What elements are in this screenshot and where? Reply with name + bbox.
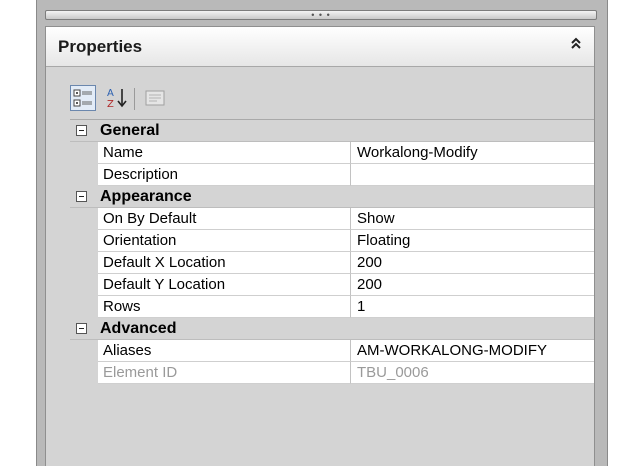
toolbar-separator [134, 88, 135, 110]
docked-panel-frame: • • • Properties A Z General Name Workal… [36, 0, 608, 466]
property-name: Aliases [98, 340, 351, 362]
property-row-element-id: Element ID TBU_0006 [70, 362, 594, 384]
property-name: Rows [98, 296, 351, 318]
property-name: Default X Location [98, 252, 351, 274]
property-row-aliases[interactable]: Aliases AM-WORKALONG-MODIFY [70, 340, 594, 362]
alphabetical-sort-button[interactable]: A Z [104, 85, 130, 111]
properties-toolbar: A Z [70, 85, 270, 113]
property-name: Orientation [98, 230, 351, 252]
collapse-minus-icon[interactable] [76, 323, 87, 334]
category-appearance: Appearance [70, 186, 594, 208]
svg-text:Z: Z [107, 99, 114, 110]
properties-panel: Properties A Z General Name Workalong-Mo… [45, 26, 595, 466]
property-value-default-x-location[interactable]: 200 [351, 252, 594, 274]
category-advanced: Advanced [70, 318, 594, 340]
property-row-rows[interactable]: Rows 1 [70, 296, 594, 318]
property-row-orientation[interactable]: Orientation Floating [70, 230, 594, 252]
property-value-orientation[interactable]: Floating [351, 230, 594, 252]
collapse-minus-icon[interactable] [76, 191, 87, 202]
property-name: Name [98, 142, 351, 164]
category-general: General [70, 120, 594, 142]
categorized-view-button[interactable] [70, 85, 96, 111]
categorized-view-icon [73, 89, 92, 107]
property-value-description[interactable] [351, 164, 594, 186]
property-pages-icon [145, 90, 165, 106]
grip-dots-icon: • • • [311, 10, 331, 20]
property-pages-button[interactable] [142, 85, 168, 111]
panel-title: Properties [58, 37, 143, 56]
category-label: Appearance [100, 188, 192, 205]
property-row-on-by-default[interactable]: On By Default Show [70, 208, 594, 230]
property-row-default-y-location[interactable]: Default Y Location 200 [70, 274, 594, 296]
property-name: Description [98, 164, 351, 186]
property-name: Default Y Location [98, 274, 351, 296]
alphabetical-sort-icon: A Z [107, 88, 127, 110]
category-label: Advanced [100, 320, 177, 337]
collapse-minus-icon[interactable] [76, 125, 87, 136]
property-value-on-by-default[interactable]: Show [351, 208, 594, 230]
collapse-chevron-up-icon[interactable] [566, 37, 586, 57]
property-value-default-y-location[interactable]: 200 [351, 274, 594, 296]
panel-header: Properties [46, 27, 594, 67]
property-value-element-id: TBU_0006 [351, 362, 594, 384]
category-label: General [100, 122, 160, 139]
property-row-default-x-location[interactable]: Default X Location 200 [70, 252, 594, 274]
property-row-name[interactable]: Name Workalong-Modify [70, 142, 594, 164]
property-grid: General Name Workalong-Modify Descriptio… [70, 119, 594, 384]
property-row-description[interactable]: Description [70, 164, 594, 186]
property-value-rows[interactable]: 1 [351, 296, 594, 318]
property-value-aliases[interactable]: AM-WORKALONG-MODIFY [351, 340, 594, 362]
panel-resize-grip[interactable]: • • • [45, 10, 597, 20]
property-name: Element ID [98, 362, 351, 384]
property-value-name[interactable]: Workalong-Modify [351, 142, 594, 164]
svg-text:A: A [107, 88, 114, 99]
property-name: On By Default [98, 208, 351, 230]
